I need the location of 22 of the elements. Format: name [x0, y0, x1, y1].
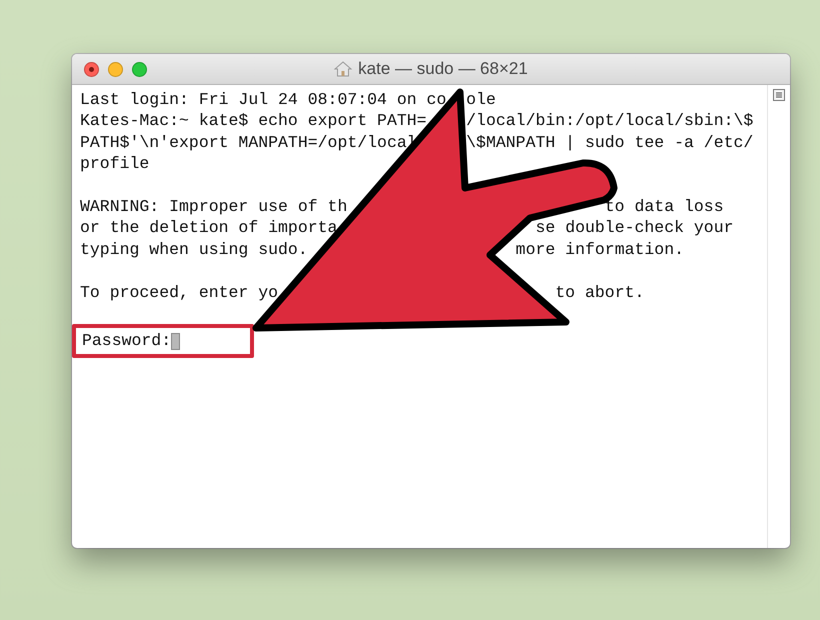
terminal-text: or the deletion of importa: [80, 217, 338, 239]
zoom-button[interactable]: [132, 62, 147, 76]
terminal-text: WARNING: Improper use of th: [80, 196, 348, 218]
terminal-text: /local/bin:/opt/local/sbin:\$: [466, 110, 754, 132]
terminal-text: profile: [80, 153, 150, 175]
password-prompt: Password:: [82, 330, 172, 352]
terminal-text: to abort.: [555, 282, 644, 304]
terminal-text: typing when using sudo.: [80, 238, 309, 260]
terminal-text: Kates-Mac:~ kate$ echo export PATH=: [80, 110, 427, 132]
text-cursor-icon: [171, 332, 180, 350]
window-title: kate — sudo — 68×21: [358, 59, 528, 79]
terminal-text: Last login: Fri Jul 24 08:07:04 on co: [80, 89, 446, 110]
home-icon: [334, 61, 352, 77]
terminal-text: \$MANPATH | sudo tee -a /etc/: [466, 132, 754, 154]
menu-icon[interactable]: [773, 89, 785, 101]
terminal-text: To proceed, enter yo: [80, 282, 278, 304]
terminal-text: to data loss: [604, 196, 724, 218]
close-button[interactable]: [84, 62, 99, 76]
terminal-text: more information.: [516, 238, 684, 260]
dot-icon: [89, 66, 94, 72]
terminal-text: se double-check your: [535, 217, 734, 239]
terminal-text: ole: [466, 89, 496, 110]
